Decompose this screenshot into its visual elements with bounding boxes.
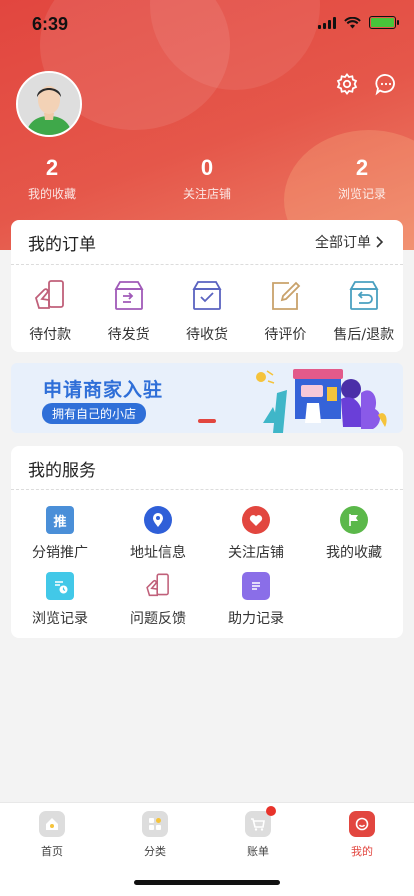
services-card: 我的服务 推 分销推广 地址信息 关注店铺 我的收藏 浏览记录 问题反馈 助力记…: [11, 446, 403, 638]
home-icon: [39, 811, 65, 837]
notification-badge: [266, 806, 276, 816]
stat-value: 0: [200, 155, 214, 180]
stat-label: 关注店铺: [182, 187, 231, 201]
stat-value: 2: [45, 155, 59, 180]
order-to-review[interactable]: 待评价: [246, 272, 324, 344]
carousel-indicator: [198, 419, 216, 423]
battery-icon: [369, 16, 399, 29]
orders-title: 我的订单: [28, 235, 96, 255]
profile-icon: [349, 811, 375, 837]
avatar[interactable]: [16, 71, 82, 137]
settings-gear-icon[interactable]: [335, 72, 359, 96]
return-box-icon: [349, 281, 379, 310]
order-to-ship[interactable]: 待发货: [89, 272, 167, 344]
message-bubble-icon[interactable]: [374, 72, 398, 96]
profile-header: 6:39 2 我的收藏 0 关注店铺 2 浏览记录: [0, 0, 414, 250]
service-label: 问题反馈: [130, 611, 186, 627]
orders-card: 我的订单 全部订单 待付款 待发货 待收货 待评价 售后/退款: [11, 220, 403, 352]
history-doc-icon: [46, 572, 74, 600]
location-pin-icon: [144, 506, 172, 534]
list-doc-icon: [242, 572, 270, 600]
service-label: 地址信息: [130, 545, 186, 561]
flag-icon: [340, 506, 368, 534]
service-label: 我的收藏: [326, 545, 382, 561]
all-orders-label: 全部订单: [315, 235, 371, 251]
order-after-sales[interactable]: 售后/退款: [325, 272, 403, 344]
edit-note-icon: [272, 281, 301, 310]
tab-profile[interactable]: 我的: [322, 811, 402, 859]
home-indicator[interactable]: [134, 880, 280, 885]
service-label: 分销推广: [32, 545, 88, 561]
chevron-right-icon: [376, 236, 384, 248]
service-assist-records[interactable]: 助力记录: [207, 572, 305, 628]
wallet-hand-icon: [35, 280, 65, 309]
box-send-icon: [114, 281, 144, 310]
cellular-signal-icon: [318, 16, 336, 29]
service-address[interactable]: 地址信息: [109, 506, 207, 562]
promote-icon: 推: [46, 506, 74, 534]
service-label: 关注店铺: [228, 545, 284, 561]
stat-followed-shops[interactable]: 0 关注店铺: [147, 155, 267, 202]
tab-label: 分类: [144, 845, 166, 858]
status-bar: 6:39: [0, 0, 414, 50]
status-time: 6:39: [32, 14, 69, 34]
order-label: 待收货: [185, 327, 228, 343]
services-title: 我的服务: [28, 461, 96, 481]
merchant-join-banner[interactable]: 申请商家入驻 拥有自己的小店: [11, 363, 403, 433]
stat-browse-history[interactable]: 2 浏览记录: [302, 155, 414, 202]
order-label: 待发货: [107, 327, 150, 343]
service-promotion[interactable]: 推 分销推广: [11, 506, 109, 562]
tab-label: 首页: [41, 845, 63, 858]
order-label: 待评价: [264, 327, 307, 343]
stat-value: 2: [355, 155, 369, 180]
cart-icon: [245, 806, 276, 837]
service-browse-history[interactable]: 浏览记录: [11, 572, 109, 628]
shop-illustration-icon: [256, 369, 387, 433]
stat-favorites[interactable]: 2 我的收藏: [0, 155, 112, 202]
heart-icon: [242, 506, 270, 534]
banner-title: 申请商家入驻: [43, 379, 164, 401]
stat-label: 浏览记录: [337, 187, 386, 201]
banner-subtitle: 拥有自己的小店: [42, 403, 147, 424]
service-label: 浏览记录: [32, 611, 88, 627]
order-pending-payment[interactable]: 待付款: [11, 272, 89, 344]
service-followed-shops[interactable]: 关注店铺: [207, 506, 305, 562]
tab-label: 我的: [351, 845, 373, 858]
service-favorites[interactable]: 我的收藏: [305, 506, 403, 562]
feedback-hand-icon: [144, 572, 172, 600]
box-check-icon: [192, 281, 222, 310]
tab-home[interactable]: 首页: [12, 811, 92, 859]
all-orders-link[interactable]: 全部订单: [315, 232, 385, 252]
order-label: 待付款: [29, 327, 72, 343]
service-label: 助力记录: [228, 611, 284, 627]
stat-label: 我的收藏: [27, 187, 76, 201]
tab-label: 账单: [247, 845, 269, 858]
service-feedback[interactable]: 问题反馈: [109, 572, 207, 628]
category-icon: [142, 811, 168, 837]
tab-category[interactable]: 分类: [115, 811, 195, 859]
order-to-receive[interactable]: 待收货: [168, 272, 246, 344]
wifi-icon: [344, 16, 361, 28]
order-label: 售后/退款: [333, 327, 395, 343]
tab-bills[interactable]: 账单: [218, 806, 298, 859]
